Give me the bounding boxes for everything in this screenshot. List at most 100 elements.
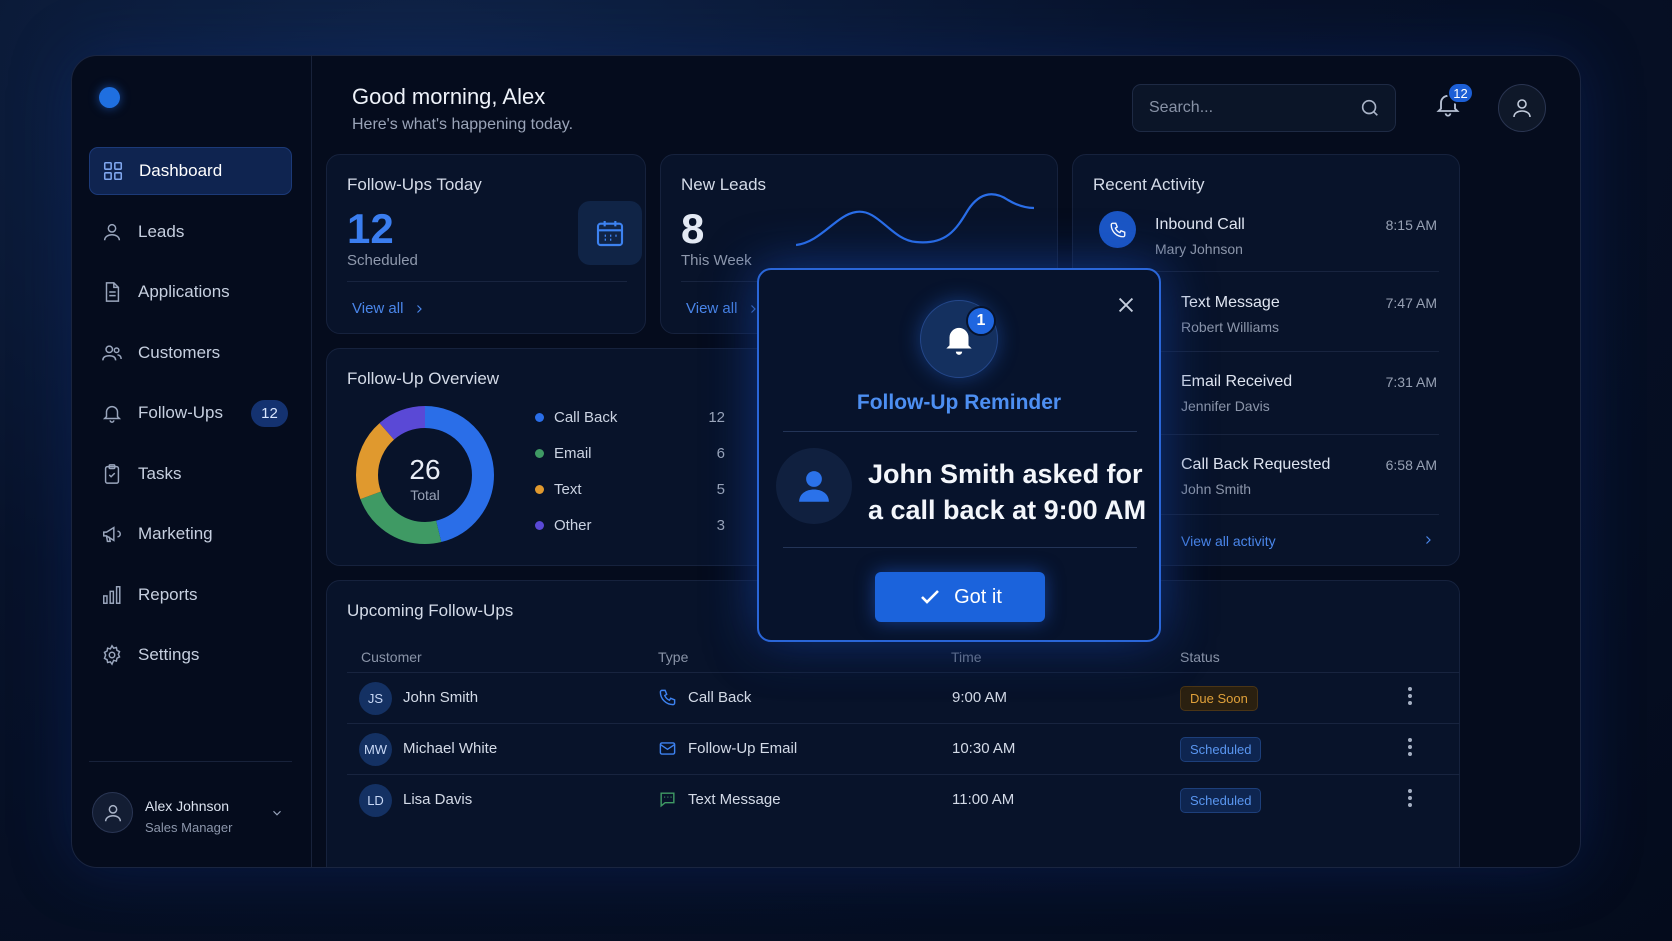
- sidebar-item-follow-ups[interactable]: Follow-Ups 12: [89, 389, 292, 437]
- new-leads-count: 8: [681, 205, 705, 252]
- customer-name: Michael White: [403, 740, 498, 757]
- got-it-button[interactable]: Got it: [875, 572, 1045, 622]
- view-all-link[interactable]: View all: [352, 300, 425, 317]
- follow-up-type: Call Back: [688, 689, 752, 706]
- card-title: Upcoming Follow-Ups: [347, 601, 514, 620]
- activity-title: Call Back Requested: [1181, 456, 1331, 473]
- clipboard-check-icon: [104, 463, 120, 484]
- avatar: [92, 792, 133, 833]
- customer-name: Lisa Davis: [403, 791, 473, 808]
- activity-contact: Jennifer Davis: [1181, 398, 1270, 414]
- user-icon: [1513, 99, 1531, 118]
- status-badge: Scheduled: [1180, 737, 1262, 762]
- activity-time: 7:31 AM: [1385, 374, 1437, 390]
- sidebar-item-settings[interactable]: Settings: [89, 631, 292, 679]
- more-options-icon[interactable]: [1407, 736, 1413, 758]
- sidebar-item-marketing[interactable]: Marketing: [89, 510, 292, 558]
- sidebar-item-dashboard[interactable]: Dashboard: [89, 147, 292, 195]
- phone-icon: [1110, 222, 1125, 237]
- megaphone-icon: [103, 526, 121, 543]
- view-all-label: View all: [352, 300, 404, 317]
- modal-message: John Smith asked for a call back at 9:00…: [868, 459, 1147, 525]
- activity-time: 6:58 AM: [1385, 457, 1437, 473]
- sidebar-nav: Dashboard Leads Applications Customers F…: [89, 147, 292, 692]
- calendar-icon-box: [578, 201, 642, 265]
- card-title: Follow-Ups Today: [347, 175, 482, 194]
- avatar: MW: [359, 733, 392, 766]
- sidebar-item-customers[interactable]: Customers: [89, 329, 292, 377]
- view-all-activity-link[interactable]: View all activity: [1181, 533, 1276, 549]
- status-badge: Due Soon: [1180, 686, 1258, 711]
- gear-icon: [103, 644, 121, 666]
- phone-icon: [659, 689, 676, 706]
- table-row[interactable]: LD Lisa Davis Text Message 11:00 AM Sche…: [347, 774, 1460, 825]
- card-title: Recent Activity: [1093, 175, 1205, 194]
- follow-ups-count-badge: 12: [251, 400, 288, 427]
- sidebar-item-label: Reports: [138, 584, 198, 604]
- column-header-time: Time: [951, 649, 982, 665]
- status-badge: Scheduled: [1180, 788, 1262, 813]
- user-icon: [799, 471, 829, 502]
- new-leads-label: This Week: [681, 252, 752, 269]
- column-header-status: Status: [1180, 649, 1220, 665]
- mail-icon: [659, 742, 676, 755]
- sidebar-item-label: Follow-Ups: [138, 403, 224, 422]
- profile-button[interactable]: [1498, 84, 1546, 132]
- more-options-icon[interactable]: [1407, 685, 1413, 707]
- user-profile-menu[interactable]: Alex Johnson Sales Manager: [89, 761, 292, 867]
- bell-icon: [102, 405, 122, 423]
- page-title: Good morning, Alex: [352, 84, 546, 109]
- legend-label: Other: [554, 516, 592, 534]
- legend-dot: [535, 448, 544, 458]
- document-icon: [105, 282, 120, 302]
- divider: [783, 547, 1137, 548]
- customer-name: John Smith: [403, 689, 479, 706]
- sidebar-item-label: Marketing: [138, 524, 213, 543]
- avatar: JS: [359, 682, 392, 715]
- legend-value: 5: [716, 480, 725, 498]
- view-all-activity-label: View all activity: [1181, 533, 1276, 549]
- chevron-right-icon[interactable]: [1422, 534, 1434, 546]
- check-icon: [921, 590, 940, 604]
- more-options-icon[interactable]: [1407, 787, 1413, 809]
- search-placeholder: Search...: [1149, 99, 1214, 116]
- card-title: Follow-Up Overview: [347, 369, 500, 388]
- sidebar-item-label: Tasks: [138, 463, 182, 483]
- follow-ups-count: 12: [347, 205, 394, 252]
- close-icon[interactable]: [1115, 294, 1137, 316]
- sidebar-item-label: Settings: [138, 645, 200, 664]
- sidebar-item-label: Applications: [138, 282, 230, 301]
- follow-up-type: Follow-Up Email: [688, 740, 798, 757]
- search-icon[interactable]: [1359, 97, 1381, 119]
- avatar: LD: [359, 784, 392, 817]
- activity-title: Email Received: [1181, 373, 1293, 390]
- activity-contact: John Smith: [1181, 481, 1252, 497]
- view-all-link[interactable]: View all: [686, 300, 759, 317]
- legend-item-email: Email 6: [535, 442, 725, 464]
- search-input[interactable]: Search...: [1132, 84, 1396, 132]
- sidebar-item-applications[interactable]: Applications: [89, 268, 292, 316]
- grid-icon: [103, 161, 123, 181]
- chevron-right-icon: [417, 304, 423, 313]
- sidebar-item-tasks[interactable]: Tasks: [89, 450, 292, 498]
- chevron-down-icon[interactable]: [270, 806, 284, 820]
- table-row[interactable]: JS John Smith Call Back 9:00 AM Due Soon: [347, 672, 1460, 723]
- donut-total: 26: [409, 454, 441, 485]
- table-row[interactable]: MW Michael White Follow-Up Email 10:30 A…: [347, 723, 1460, 774]
- user-icon: [103, 223, 121, 240]
- sidebar-item-reports[interactable]: Reports: [89, 571, 292, 619]
- legend-item-other: Other 3: [535, 514, 725, 536]
- sidebar-item-label: Leads: [138, 221, 185, 241]
- sidebar-item-label: Customers: [138, 342, 221, 362]
- legend-label: Email: [554, 444, 592, 462]
- activity-contact: Robert Williams: [1181, 319, 1280, 335]
- user-icon: [104, 804, 121, 821]
- legend-label: Call Back: [554, 408, 618, 426]
- legend-dot: [535, 412, 544, 422]
- avatar: [776, 448, 852, 524]
- sidebar-item-leads[interactable]: Leads: [89, 208, 292, 256]
- legend-dot: [535, 520, 544, 530]
- legend-value: 6: [716, 444, 725, 462]
- donut-total-label: Total: [410, 487, 440, 503]
- sidebar: Dashboard Leads Applications Customers F…: [72, 56, 312, 867]
